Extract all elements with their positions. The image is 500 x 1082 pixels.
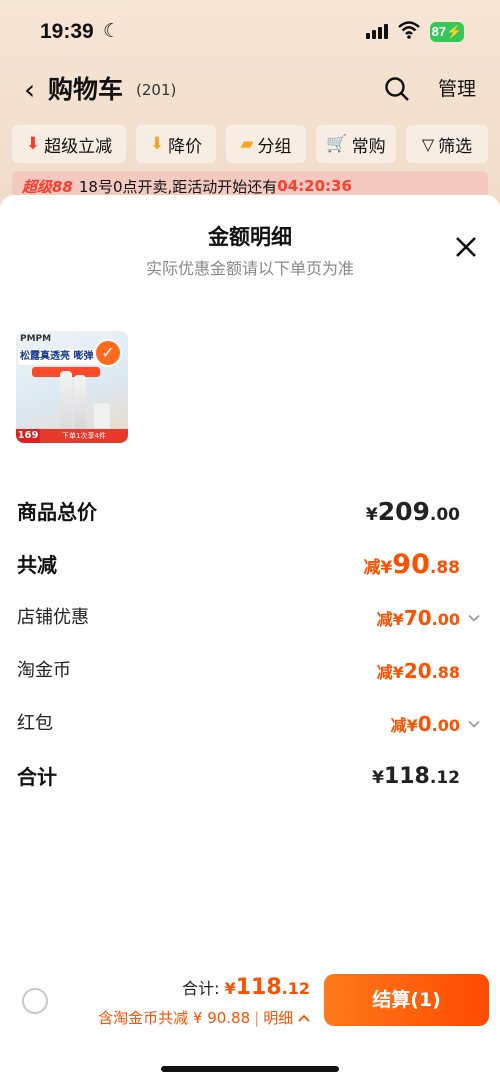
status-time: 19:39 [40,20,94,43]
chip-label: 超级立减 [44,136,113,157]
promo-countdown: 04:20:36 [277,177,352,195]
checkout-bar: 合计: ¥118.12 含淘金币共减 ¥ 90.88 | 明细 结算(1) [0,962,500,1042]
signal-icon [366,24,388,39]
product-headline: 松露真透亮 嘭弹 [18,349,102,365]
close-icon[interactable] [452,233,480,261]
manage-button[interactable]: 管理 [438,76,476,102]
filter-chips: ⬇ 超级立减 ⬇ 降价 ▰ 分组 🛒 常购 ▽ 筛选 [0,125,500,165]
product-price-tag: 169 [16,429,40,443]
moon-icon: ☾ [103,20,121,42]
sheet-title: 金额明细 [208,225,292,249]
down-arrow-icon: ⬇ [25,134,41,154]
detail-link[interactable]: 明细 [263,1009,293,1027]
row-label: 红包 [17,713,53,734]
chip-frequent[interactable]: 🛒 常购 [316,125,396,163]
product-brand: PMPM [20,334,52,344]
row-value: ¥209.00 [365,497,460,526]
row-label: 商品总价 [17,500,97,524]
discount-text: 含淘金币共减 ¥ 90.88 [98,1009,251,1027]
status-bar: 19:39 ☾ 87⚡ [0,0,500,66]
row-value: 减¥90.88 [363,549,460,580]
folder-icon: ▰ [240,134,254,154]
total-label: 合计: [182,979,225,998]
row-label: 共减 [17,553,57,577]
chip-price-drop[interactable]: ⬇ 降价 [136,125,216,163]
select-all-radio[interactable] [22,988,48,1014]
checkout-button[interactable]: 结算(1) [324,974,489,1026]
chevron-down-icon[interactable] [468,718,480,730]
check-icon: ✓ [94,339,122,367]
nav-bar: ‹ 购物车 (201) 管理 [0,70,500,110]
chip-label: 常购 [351,136,386,157]
chip-super-discount[interactable]: ⬇ 超级立减 [12,125,126,163]
product-band: 下单1次享4件 [40,429,128,443]
chevron-up-icon[interactable] [298,1013,310,1023]
row-value: ¥118.12 [372,764,460,789]
page-title: 购物车 [48,75,124,104]
promo-logo: 超级88 [22,177,73,196]
row-total-discount: 共减 减¥90.88 [0,545,500,585]
amount-detail-sheet: 金额明细 实际优惠金额请以下单页为准 PMPM 松露真透亮 嘭弹 169 下单1… [0,195,500,1082]
row-label: 店铺优惠 [17,607,89,628]
separator: | [254,1009,260,1027]
row-value: 减¥0.00 [390,712,460,736]
search-icon[interactable] [384,76,410,102]
home-indicator [161,1066,339,1072]
footer-total: 合计: ¥118.12 [182,974,310,1003]
row-value: 减¥70.00 [376,606,460,630]
row-value: 减¥20.88 [376,659,460,683]
cart-icon: 🛒 [326,134,348,154]
chip-filter[interactable]: ▽ 筛选 [406,125,488,163]
filter-icon: ▽ [421,134,435,154]
chip-label: 筛选 [438,136,473,157]
product-bottle [74,375,86,433]
chevron-down-icon[interactable] [468,612,480,624]
chip-label: 分组 [257,136,292,157]
footer-discount[interactable]: 含淘金币共减 ¥ 90.88 | 明细 [98,1006,310,1030]
row-label: 合计 [17,765,57,789]
row-red-packet[interactable]: 红包 减¥0.00 [0,704,500,744]
row-total: 合计 ¥118.12 [0,757,500,797]
battery-indicator: 87⚡ [430,22,464,42]
sheet-subtitle: 实际优惠金额请以下单页为准 [145,259,354,278]
row-taojinbi: 淘金币 减¥20.88 [0,651,500,691]
row-shop-discount[interactable]: 店铺优惠 减¥70.00 [0,598,500,638]
promo-text: 18号0点开卖,距活动开始还有 [78,177,278,196]
wifi-icon [398,21,420,39]
chip-group[interactable]: ▰ 分组 [226,125,306,163]
row-subtotal: 商品总价 ¥209.00 [0,492,500,532]
row-label: 淘金币 [17,660,71,681]
total-value: ¥118.12 [224,975,310,1000]
product-bottle [60,371,72,433]
back-icon[interactable]: ‹ [24,72,35,108]
product-thumbnail[interactable]: PMPM 松露真透亮 嘭弹 169 下单1次享4件 ✓ [16,331,128,443]
down-arrow-icon: ⬇ [149,134,165,154]
chip-label: 降价 [168,136,203,157]
cart-count: (201) [136,81,177,99]
